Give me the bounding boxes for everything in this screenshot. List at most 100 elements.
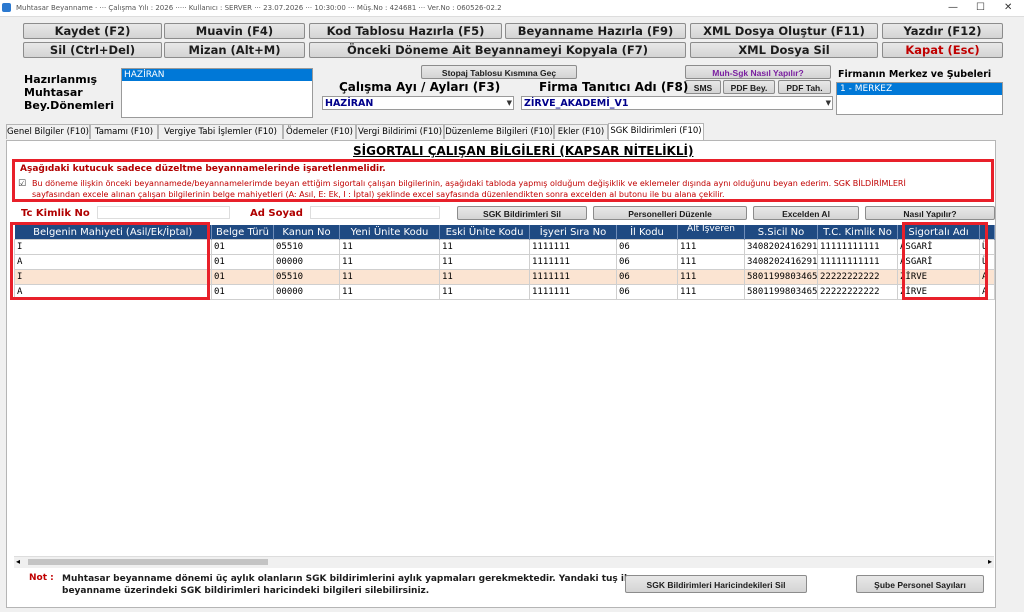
table-cell[interactable]: 111 — [677, 254, 745, 270]
prepare-declaration-button[interactable]: Beyanname Hazırla (F9) — [505, 23, 686, 39]
maximize-icon[interactable]: ☐ — [976, 2, 985, 13]
tab-taxable[interactable]: Vergiye Tabi İşlemler (F10) — [158, 124, 283, 139]
table-cell[interactable]: 111 — [677, 239, 745, 255]
table-cell[interactable]: 3408202416291 — [744, 254, 818, 270]
table-cell[interactable]: 05510 — [273, 239, 340, 255]
table-cell[interactable]: 01 — [211, 254, 274, 270]
pdf-bey-button[interactable]: PDF Bey. — [723, 80, 775, 94]
window-title: Muhtasar Beyanname · ··· Çalışma Yılı : … — [16, 4, 502, 12]
create-xml-button[interactable]: XML Dosya Oluştur (F11) — [690, 23, 878, 39]
scroll-left-icon[interactable]: ◂ — [16, 557, 20, 566]
scroll-right-icon[interactable]: ▸ — [988, 557, 992, 566]
muavin-button[interactable]: Muavin (F4) — [164, 23, 305, 39]
stopaj-button[interactable]: Stopaj Tablosu Kısmına Geç — [421, 65, 577, 79]
table-cell[interactable]: 1111111 — [529, 254, 617, 270]
table-cell[interactable]: 3408202416291 — [744, 239, 818, 255]
table-cell[interactable]: 01 — [211, 239, 274, 255]
table-cell[interactable]: 11 — [339, 269, 440, 285]
table-cell[interactable]: 5801199803465 — [744, 269, 818, 285]
table-cell[interactable]: 1111111 — [529, 284, 617, 300]
scroll-thumb[interactable] — [28, 559, 268, 565]
table-cell[interactable]: 01 — [211, 269, 274, 285]
minimize-icon[interactable]: — — [948, 2, 958, 13]
table-cell[interactable]: 06 — [616, 284, 678, 300]
warning-text-2: sayfasından excele alınan çalışan bilgil… — [32, 190, 725, 199]
table-cell[interactable]: 11 — [339, 239, 440, 255]
sms-button[interactable]: SMS — [685, 80, 721, 94]
delete-button[interactable]: Sil (Ctrl+Del) — [23, 42, 162, 58]
mahiyet-highlight — [10, 222, 210, 300]
pdf-tah-button[interactable]: PDF Tah. — [778, 80, 831, 94]
col-header[interactable]: T.C. Kimlik No — [817, 225, 898, 240]
table-cell[interactable]: 06 — [616, 269, 678, 285]
table-cell[interactable]: 11111111111 — [817, 254, 898, 270]
tab-sgk[interactable]: SGK Bildirimleri (F10) — [608, 123, 704, 140]
col-header[interactable]: S.Sicil No — [744, 225, 818, 240]
sgk-delete-button[interactable]: SGK Bildirimleri Sil — [457, 206, 587, 220]
table-cell[interactable]: 11 — [439, 269, 530, 285]
tab-attachments[interactable]: Ekler (F10) — [554, 124, 608, 139]
name-input[interactable] — [310, 206, 440, 219]
table-cell[interactable]: 11 — [439, 284, 530, 300]
save-button[interactable]: Kaydet (F2) — [23, 23, 162, 39]
table-cell[interactable]: 11111111111 — [817, 239, 898, 255]
col-header[interactable]: İl Kodu — [616, 225, 678, 240]
table-cell[interactable]: 5801199803465 — [744, 284, 818, 300]
warning-heading: Aşağıdaki kutucuk sadece düzeltme beyann… — [20, 164, 386, 174]
table-cell[interactable]: 05510 — [273, 269, 340, 285]
col-header[interactable]: Eski Ünite Kodu — [439, 225, 530, 240]
howto-button[interactable]: Nasıl Yapılır? — [865, 206, 995, 220]
branches-list[interactable]: 1 - MERKEZ — [836, 82, 1003, 115]
company-select[interactable]: ZİRVE_AKADEMİ_V1 ▼ — [521, 96, 833, 110]
col-header[interactable]: İşyeri Sıra No — [529, 225, 617, 240]
delete-xml-button[interactable]: XML Dosya Sil — [690, 42, 878, 58]
table-cell[interactable]: 111 — [677, 269, 745, 285]
table-cell[interactable]: 11 — [439, 254, 530, 270]
branch-item[interactable]: 1 - MERKEZ — [837, 83, 1002, 95]
col-header[interactable]: Alt İşveren — [677, 225, 745, 240]
prepared-period-item[interactable]: HAZİRAN — [122, 69, 312, 81]
col-header[interactable]: Belge Türü — [211, 225, 274, 240]
tab-arrangement[interactable]: Düzenleme Bilgileri (F10) — [444, 124, 554, 139]
prepared-periods-label: Hazırlanmış Muhtasar Bey.Dönemleri — [24, 73, 114, 112]
table-cell[interactable]: 06 — [616, 239, 678, 255]
table-cell[interactable]: 11 — [339, 284, 440, 300]
horizontal-scrollbar[interactable]: ◂ ▸ — [14, 556, 994, 568]
table-cell[interactable]: 11 — [439, 239, 530, 255]
insured-name-highlight — [902, 222, 988, 300]
table-cell[interactable]: 22222222222 — [817, 269, 898, 285]
warning-text: Bu döneme ilişkin önceki beyannamede/bey… — [32, 178, 982, 200]
tab-tax-notice[interactable]: Vergi Bildirimi (F10) — [356, 124, 444, 139]
table-cell[interactable]: 01 — [211, 284, 274, 300]
tc-input[interactable] — [97, 206, 230, 219]
table-cell[interactable]: 06 — [616, 254, 678, 270]
close-button[interactable]: Kapat (Esc) — [882, 42, 1003, 58]
tab-general[interactable]: Genel Bilgiler (F10) — [6, 124, 90, 139]
excel-import-button[interactable]: Excelden Al — [753, 206, 859, 220]
prepared-periods-list[interactable]: HAZİRAN — [121, 68, 313, 118]
branch-staff-button[interactable]: Şube Personel Sayıları — [856, 575, 984, 593]
col-header[interactable]: Yeni Ünite Kodu — [339, 225, 440, 240]
close-icon[interactable]: ✕ — [1004, 2, 1012, 13]
table-cell[interactable]: 22222222222 — [817, 284, 898, 300]
work-month-value: HAZİRAN — [325, 98, 374, 109]
muh-sgk-button[interactable]: Muh-Sgk Nasıl Yapılır? — [685, 65, 831, 79]
edit-staff-button[interactable]: Personelleri Düzenle — [593, 206, 747, 220]
tab-all[interactable]: Tamamı (F10) — [90, 124, 158, 139]
table-cell[interactable]: 00000 — [273, 284, 340, 300]
code-table-button[interactable]: Kod Tablosu Hazırla (F5) — [309, 23, 502, 39]
correction-checkbox[interactable]: ☑ — [18, 179, 26, 189]
prepared-label-3: Bey.Dönemleri — [24, 99, 115, 112]
mizan-button[interactable]: Mizan (Alt+M) — [164, 42, 305, 58]
table-cell[interactable]: 00000 — [273, 254, 340, 270]
table-cell[interactable]: 11 — [339, 254, 440, 270]
print-button[interactable]: Yazdır (F12) — [882, 23, 1003, 39]
table-cell[interactable]: 1111111 — [529, 269, 617, 285]
copy-previous-button[interactable]: Önceki Döneme Ait Beyannameyi Kopyala (F… — [309, 42, 686, 58]
table-cell[interactable]: 111 — [677, 284, 745, 300]
table-cell[interactable]: 1111111 — [529, 239, 617, 255]
work-month-select[interactable]: HAZİRAN ▼ — [322, 96, 514, 110]
delete-non-sgk-button[interactable]: SGK Bildirimleri Haricindekileri Sil — [625, 575, 807, 593]
col-header[interactable]: Kanun No — [273, 225, 340, 240]
tab-payments[interactable]: Ödemeler (F10) — [283, 124, 356, 139]
